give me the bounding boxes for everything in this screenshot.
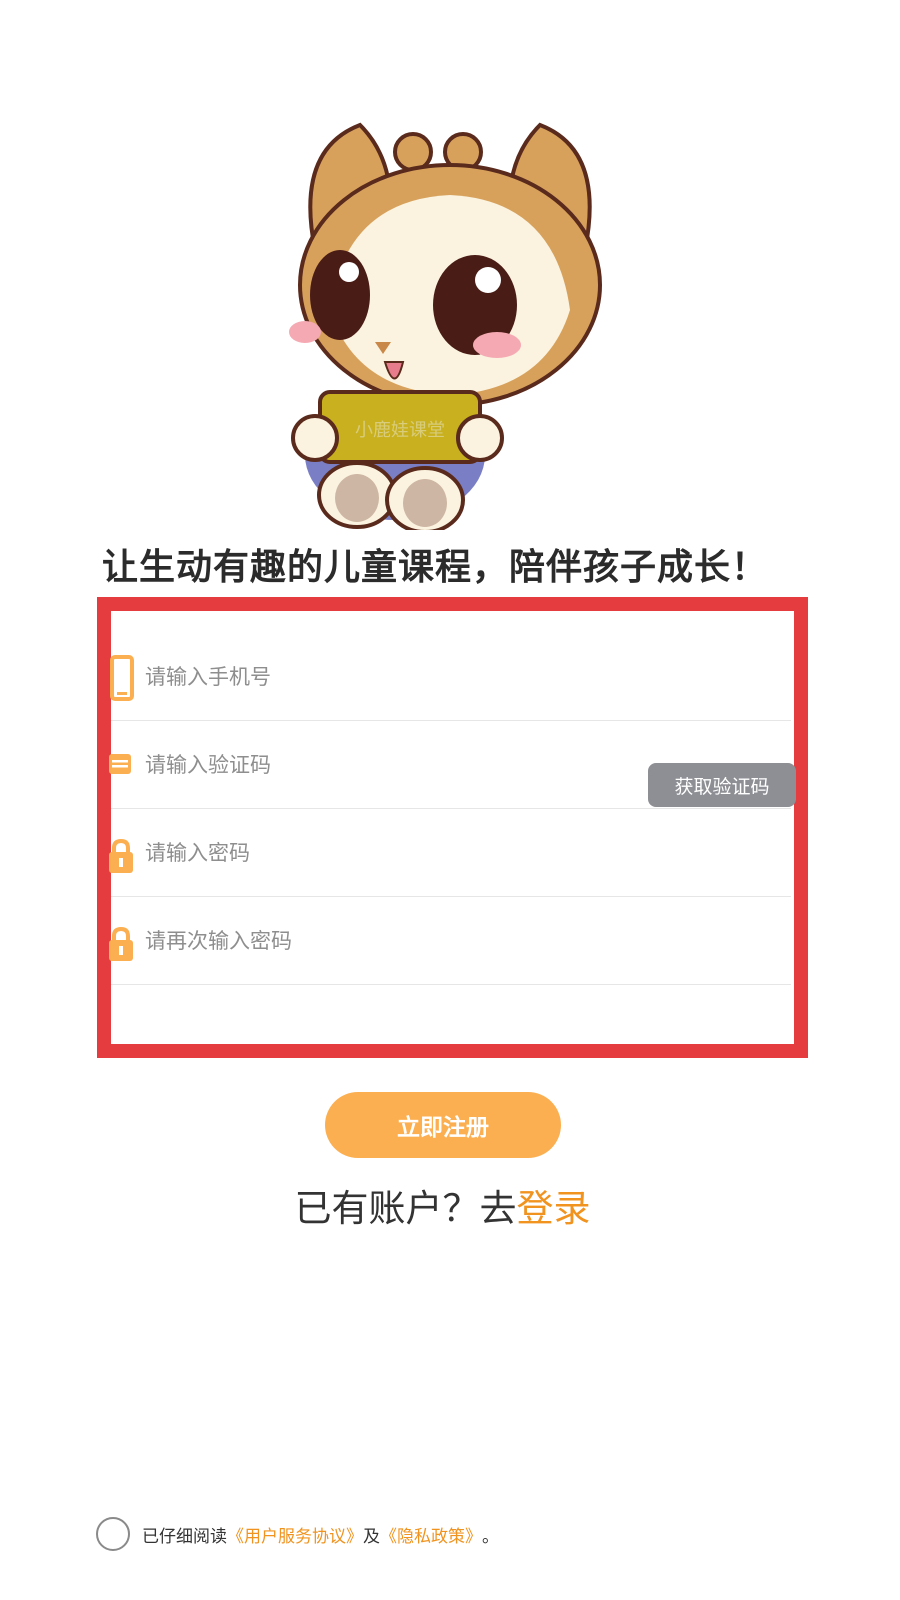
message-icon <box>109 721 137 809</box>
agreement-and: 及 <box>363 1526 380 1547</box>
terms-link[interactable]: 《用户服务协议》 <box>227 1522 363 1547</box>
password-confirm-field-row <box>109 897 791 985</box>
password-input[interactable] <box>145 809 605 897</box>
privacy-link[interactable]: 《隐私政策》 <box>380 1522 482 1547</box>
get-code-button[interactable]: 获取验证码 <box>648 763 796 807</box>
mascot-book-text: 小鹿娃课堂 <box>355 420 445 441</box>
agreement-checkbox[interactable] <box>96 1517 130 1551</box>
login-prompt: 已有账户？去登录 <box>0 1178 885 1232</box>
phone-icon <box>109 633 137 721</box>
lock-icon <box>109 809 137 897</box>
verification-code-input[interactable] <box>145 721 585 809</box>
page-slogan: 让生动有趣的儿童课程，陪伴孩子成长！ <box>101 547 768 588</box>
lock-icon <box>109 897 137 985</box>
agreement-suffix: 。 <box>482 1526 499 1547</box>
agreement-prefix: 已仔细阅读 <box>142 1526 227 1547</box>
registration-form: 获取验证码 <box>97 597 808 1058</box>
mascot-illustration: 小鹿娃课堂 <box>289 122 602 530</box>
register-button[interactable]: 立即注册 <box>325 1092 561 1158</box>
phone-field-row <box>109 633 791 721</box>
agreement-row: 已仔细阅读 《用户服务协议》 及 《隐私政策》 。 <box>96 1514 499 1554</box>
login-link[interactable]: 登录 <box>517 1187 591 1230</box>
password-field-row <box>109 809 791 897</box>
password-confirm-input[interactable] <box>145 897 605 985</box>
phone-input[interactable] <box>145 633 605 721</box>
login-prompt-text: 已有账户？去 <box>294 1187 517 1230</box>
